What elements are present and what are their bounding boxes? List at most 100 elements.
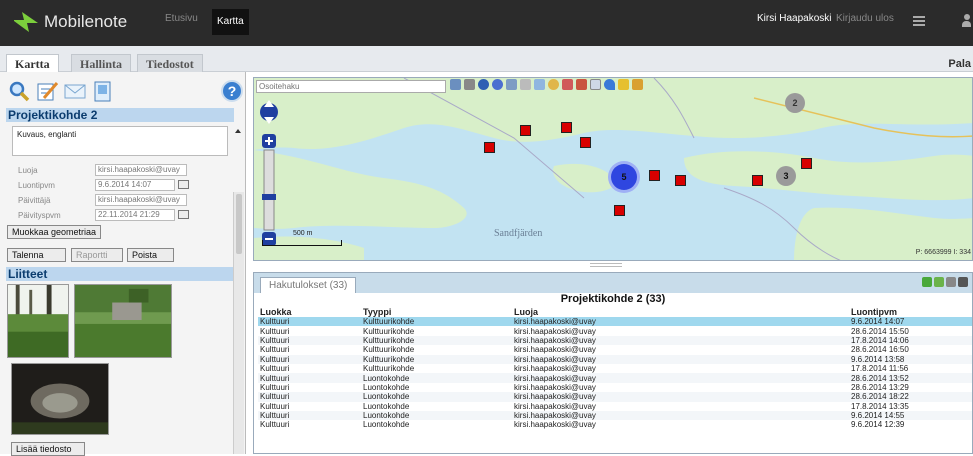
search-icon[interactable]: [8, 80, 30, 102]
attachment-photo-cave[interactable]: [11, 363, 109, 435]
table-cell: Luontokohde: [363, 401, 410, 411]
field-label-paivityspvm: Päivityspvm: [18, 211, 61, 220]
measure-icon[interactable]: [562, 79, 573, 90]
map-marker[interactable]: [520, 125, 531, 136]
hamburger-menu-icon[interactable]: [913, 16, 925, 26]
map-marker[interactable]: [561, 122, 572, 133]
section-title-liitteet: Liitteet: [6, 267, 234, 281]
map-marker[interactable]: [614, 205, 625, 216]
table-row[interactable]: Kulttuuri Luontokohde kirsi.haapakoski@uva…: [258, 383, 972, 392]
report-button[interactable]: Raportti: [71, 248, 123, 262]
app-logo[interactable]: Mobilenote: [14, 12, 127, 32]
field-paivityspvm[interactable]: 22.11.2014 21:29: [95, 209, 175, 221]
nav-kartta[interactable]: Kartta: [212, 9, 249, 35]
info-alt-icon[interactable]: [492, 79, 503, 90]
list-icon[interactable]: [958, 277, 968, 287]
lightbulb-icon[interactable]: [548, 79, 559, 90]
export-icon[interactable]: [934, 277, 944, 287]
calendar-icon[interactable]: [178, 180, 189, 189]
map-marker[interactable]: [484, 142, 495, 153]
column-header-tyyppi[interactable]: Tyyppi: [361, 307, 512, 317]
table-cell: kirsi.haapakoski@uvay: [512, 335, 849, 346]
map-marker[interactable]: [752, 175, 763, 186]
delete-button[interactable]: Poista: [127, 248, 174, 262]
textarea-scroll-up-icon[interactable]: [235, 129, 241, 133]
tab-hakutulokset[interactable]: Hakutulokset (33): [260, 277, 357, 293]
table-row[interactable]: Kulttuuri Kulttuurikohde kirsi.haapakoski@…: [258, 335, 972, 346]
pin-icon[interactable]: [604, 79, 615, 90]
table-cell: Luontokohde: [361, 410, 512, 421]
map-coordinates: P: 6663999 I: 334: [915, 249, 971, 256]
map-marker[interactable]: [801, 158, 812, 169]
map-cluster[interactable]: 5: [611, 164, 637, 190]
angle-icon[interactable]: [632, 79, 643, 90]
edit-form-icon[interactable]: [36, 80, 58, 102]
nav-etusivu[interactable]: Etusivu: [165, 13, 198, 24]
table-row[interactable]: Kulttuuri Luontokohde kirsi.haapakoski@uva…: [258, 392, 972, 402]
field-paivittaja[interactable]: kirsi.haapakoski@uvay: [95, 194, 187, 206]
user-icon[interactable]: [962, 14, 971, 27]
logout-link[interactable]: Kirjaudu ulos: [836, 13, 894, 24]
user-name[interactable]: Kirsi Haapakoski: [757, 13, 831, 24]
table-cell: 28.6.2014 13:29: [851, 382, 909, 392]
table-cell: Kulttuuri: [258, 335, 361, 346]
field-label-paivittaja: Päivittäjä: [18, 196, 51, 205]
print-icon[interactable]: [946, 277, 956, 287]
column-header-luokka[interactable]: Luokka: [258, 307, 361, 317]
address-search-input[interactable]: [256, 80, 446, 93]
text-tool-icon[interactable]: [520, 79, 531, 90]
calendar-icon[interactable]: [178, 210, 189, 219]
save-button[interactable]: Talenna: [7, 248, 66, 262]
map-cluster[interactable]: 2: [785, 93, 805, 113]
tab-hallinta[interactable]: Hallinta: [71, 54, 132, 72]
edit-geometry-button[interactable]: Muokkaa geometriaa: [7, 225, 102, 239]
left-panel-scrollbar[interactable]: [233, 192, 244, 454]
zoom-extent-icon[interactable]: [506, 79, 517, 90]
map-cluster[interactable]: 3: [776, 166, 796, 186]
table-cell: 9.6.2014 12:39: [851, 420, 905, 430]
table-row[interactable]: Kulttuuri Luontokohde kirsi.haapakoski@uva…: [258, 420, 972, 429]
table-row[interactable]: Kulttuuri Kulttuurikohde kirsi.haapakoski@…: [258, 354, 972, 364]
ruler-icon[interactable]: [618, 79, 629, 90]
column-header-luontipvm[interactable]: Luontipvm: [849, 307, 972, 317]
download-icon[interactable]: [922, 277, 932, 287]
table-row[interactable]: Kulttuuri Kulttuurikohde kirsi.haapakoski@…: [258, 364, 972, 373]
tab-kartta[interactable]: Kartta: [6, 54, 59, 72]
field-luontipvm[interactable]: 9.6.2014 14:07: [95, 179, 175, 191]
map-marker[interactable]: [649, 170, 660, 181]
pala-link[interactable]: Pala: [948, 58, 971, 70]
table-cell: kirsi.haapakoski@uvay: [514, 326, 596, 336]
results-toolbar: [922, 277, 968, 287]
search-results-panel: Hakutulokset (33) Projektikohde 2 (33) L…: [253, 272, 973, 454]
layers-icon[interactable]: [590, 79, 601, 90]
table-row[interactable]: Kulttuuri Luontokohde kirsi.haapakoski@uva…: [258, 402, 972, 411]
description-english-label: Kuvaus, englanti: [17, 130, 77, 139]
table-cell: 28.6.2014 15:50: [851, 326, 909, 336]
field-luoja[interactable]: kirsi.haapakoski@uvay: [95, 164, 187, 176]
table-cell: 28.6.2014 13:52: [849, 373, 972, 383]
attachment-photo-ruins[interactable]: [74, 284, 172, 358]
tab-tiedostot[interactable]: Tiedostot: [137, 54, 203, 72]
attachment-photo-forest[interactable]: [7, 284, 69, 358]
info-icon[interactable]: [478, 79, 489, 90]
splitter-handle[interactable]: [590, 263, 622, 267]
pointer-icon[interactable]: [576, 79, 587, 90]
table-row[interactable]: Kulttuuri Luontokohde kirsi.haapakoski@uva…: [258, 410, 972, 421]
table-cell: Kulttuuri: [258, 354, 361, 364]
document-icon[interactable]: [92, 80, 114, 102]
table-row[interactable]: Kulttuuri Kulttuurikohde kirsi.haapakoski@…: [258, 326, 972, 336]
map-label-sandfjarden: Sandfjärden: [494, 228, 543, 239]
zoom-search-icon[interactable]: [450, 79, 461, 90]
select-area-icon[interactable]: [534, 79, 545, 90]
description-english-field[interactable]: Kuvaus, englanti: [12, 126, 228, 156]
table-row[interactable]: Kulttuuri Kulttuurikohde kirsi.haapakoski@…: [258, 345, 972, 354]
print-icon[interactable]: [464, 79, 475, 90]
table-row[interactable]: Kulttuuri Luontokohde kirsi.haapakoski@uva…: [258, 373, 972, 383]
map-zoom-control[interactable]: [258, 98, 280, 248]
table-row[interactable]: Kulttuuri Kulttuurikohde kirsi.haapakoski@…: [258, 317, 972, 327]
map-marker[interactable]: [675, 175, 686, 186]
mail-icon[interactable]: [64, 80, 86, 102]
map-marker[interactable]: [580, 137, 591, 148]
column-header-luoja[interactable]: Luoja: [512, 307, 849, 317]
help-icon[interactable]: ?: [221, 80, 243, 102]
